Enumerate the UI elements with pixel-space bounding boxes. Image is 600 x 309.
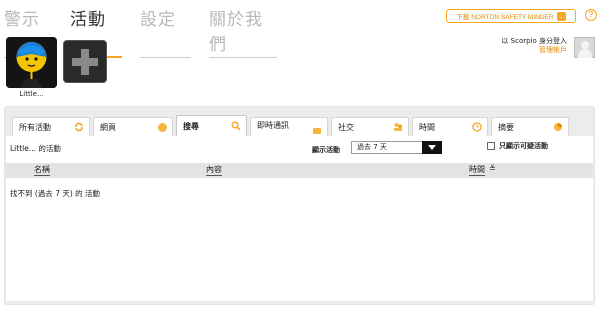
column-name[interactable]: 名稱 <box>34 165 50 176</box>
tab-label: 搜尋 <box>183 121 199 131</box>
download-arrow-icon: ↓ <box>556 11 566 21</box>
child-name: Little... <box>19 90 44 98</box>
tab-label: 社交 <box>338 122 354 132</box>
summary-icon <box>554 123 562 131</box>
tab-label: 網頁 <box>100 122 116 132</box>
download-button-label: 下載 NORTON SAFETY MINDER <box>456 14 554 21</box>
child-avatar[interactable] <box>6 37 57 88</box>
login-text: 以 Scorpio 身分登入 <box>501 37 567 45</box>
tab-summary[interactable]: 摘要 <box>491 117 569 136</box>
help-icon[interactable]: ? <box>585 9 597 21</box>
suspicious-filter[interactable]: 只顯示可疑活動 <box>487 141 548 151</box>
column-time[interactable]: 時間 <box>469 165 485 176</box>
tab-label: 時間 <box>419 122 435 132</box>
search-icon <box>231 121 241 131</box>
clock-icon <box>472 122 482 132</box>
show-activity-label: 顯示活動 <box>312 146 340 154</box>
login-info: 以 Scorpio 身分登入 管理帳戶 <box>470 37 567 55</box>
activity-content: Little... 的活動 顯示活動 過去 7 天 只顯示可疑活動 名稱 內容 … <box>6 136 593 301</box>
download-button[interactable]: 下載 NORTON SAFETY MINDER ↓ <box>446 9 576 23</box>
manage-account-link[interactable]: 管理帳戶 <box>470 46 567 55</box>
tab-web[interactable]: 網頁 <box>93 117 173 136</box>
suspicious-label: 只顯示可疑活動 <box>499 142 548 150</box>
plus-icon-vertical <box>81 49 89 75</box>
tab-instant-messaging[interactable]: 即時通訊 <box>250 117 328 136</box>
time-range-value: 過去 7 天 <box>357 143 387 151</box>
refresh-icon <box>75 122 83 132</box>
tab-label: 摘要 <box>498 122 514 132</box>
add-child-button[interactable] <box>63 40 107 83</box>
avatar-head <box>581 41 589 49</box>
table-header: 名稱 內容 時間 ≚ <box>6 163 593 178</box>
child-avatar-icon <box>6 37 57 88</box>
avatar-body <box>578 49 592 58</box>
tab-label: 即時通訊 <box>257 121 289 130</box>
nav-tab-settings[interactable]: 設定 <box>140 5 191 58</box>
tab-social[interactable]: 社交 <box>331 117 409 136</box>
tab-all-activity[interactable]: 所有活動 <box>12 117 90 136</box>
tab-time[interactable]: 時間 <box>412 117 488 136</box>
nav-tab-about[interactable]: 關於我們 <box>209 5 277 58</box>
tab-label: 所有活動 <box>19 122 51 132</box>
suspicious-checkbox[interactable] <box>487 142 495 150</box>
chat-icon <box>313 128 321 134</box>
time-range-select[interactable]: 過去 7 天 <box>351 141 442 154</box>
chevron-down-icon[interactable] <box>422 141 442 154</box>
user-avatar[interactable] <box>574 37 595 58</box>
tab-search[interactable]: 搜尋 <box>176 115 247 136</box>
sort-descending-icon[interactable]: ≚ <box>489 164 496 173</box>
web-icon <box>158 122 167 132</box>
column-content[interactable]: 內容 <box>206 165 222 176</box>
activity-tabs: 所有活動 網頁 搜尋 即時通訊 社交 時間 摘要 <box>12 115 572 136</box>
empty-message: 找不到 (過去 7 天) 的 活動 <box>10 189 101 198</box>
activity-title: Little... 的活動 <box>10 144 61 153</box>
social-icon <box>394 123 402 131</box>
